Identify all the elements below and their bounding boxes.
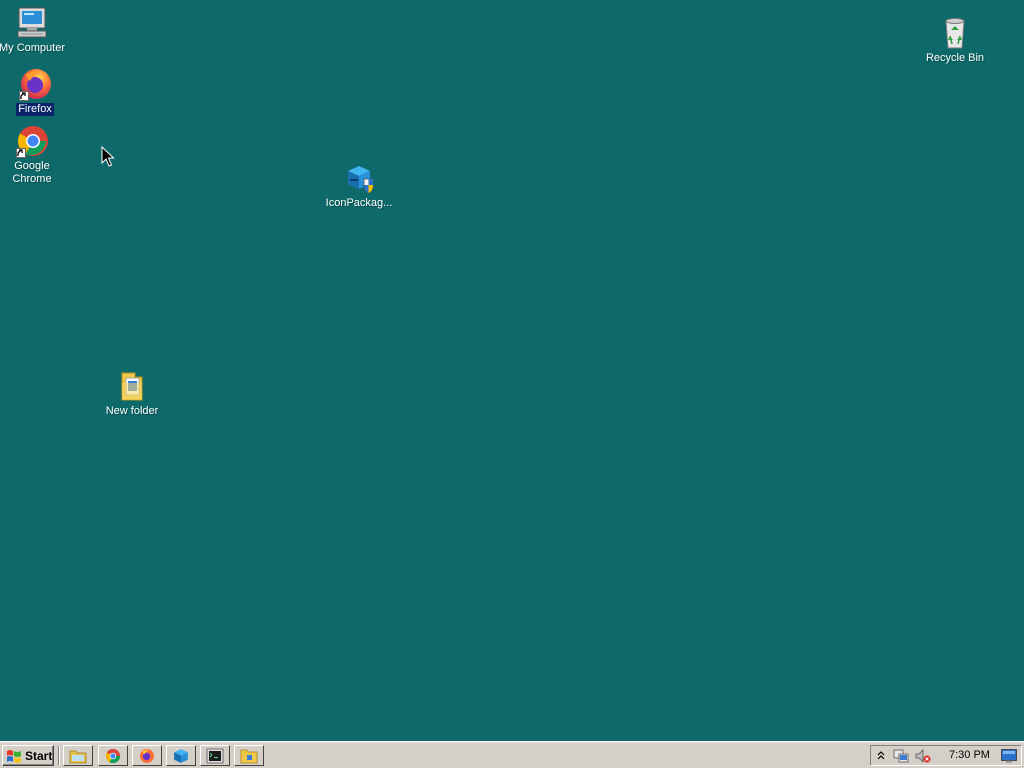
iconpackager-icon bbox=[174, 748, 188, 763]
mouse-pointer-icon bbox=[101, 146, 115, 167]
firefox-icon bbox=[139, 748, 155, 763]
start-button[interactable]: Start bbox=[2, 745, 54, 766]
network-tray-button[interactable] bbox=[893, 748, 909, 764]
desktop-icon-label: New folder bbox=[105, 405, 159, 417]
taskbar-divider bbox=[58, 746, 60, 765]
iconpackager-icon bbox=[342, 161, 376, 195]
shortcut-arrow-icon bbox=[16, 148, 26, 158]
quicklaunch-explorer[interactable] bbox=[63, 745, 93, 766]
quicklaunch-iconpackager[interactable] bbox=[166, 745, 196, 766]
system-tray: 7:30 PM bbox=[870, 745, 1022, 766]
chevron-up-icon bbox=[877, 751, 885, 760]
computer-icon bbox=[15, 6, 49, 40]
volume-tray-button[interactable] bbox=[915, 748, 931, 764]
terminal-icon bbox=[206, 748, 224, 763]
clock[interactable]: 7:30 PM bbox=[949, 749, 990, 761]
show-desktop-button[interactable] bbox=[1001, 748, 1017, 764]
desktop-icon bbox=[1001, 749, 1017, 763]
shortcut-arrow-icon bbox=[19, 91, 29, 101]
desktop-icon-my-computer[interactable]: My Computer bbox=[0, 6, 70, 55]
desktop-icon-label: Google Chrome bbox=[12, 160, 52, 185]
show-hidden-icons-button[interactable] bbox=[873, 748, 889, 764]
firefox-icon bbox=[18, 67, 52, 101]
chrome-icon bbox=[15, 124, 49, 158]
desktop-icon-firefox[interactable]: Firefox bbox=[0, 67, 73, 116]
desktop-icon-recycle-bin[interactable]: Recycle Bin bbox=[917, 16, 993, 65]
desktop-icon-google-chrome[interactable]: Google Chrome bbox=[0, 124, 70, 186]
network-icon bbox=[893, 749, 909, 763]
folder-icon bbox=[240, 749, 258, 763]
desktop-icon-label: Firefox bbox=[16, 103, 54, 116]
desktop-icon-label: Recycle Bin bbox=[925, 52, 985, 64]
folder-icon bbox=[115, 369, 149, 403]
desktop-icon-new-folder[interactable]: New folder bbox=[94, 369, 170, 418]
volume-muted-icon bbox=[915, 749, 931, 763]
desktop-icon-label: IconPackag... bbox=[325, 197, 393, 209]
windows-logo-icon bbox=[7, 749, 21, 763]
desktop-icon-label: My Computer bbox=[0, 42, 66, 54]
quicklaunch-terminal[interactable] bbox=[200, 745, 230, 766]
recycle-bin-icon bbox=[938, 16, 972, 50]
quicklaunch-chrome[interactable] bbox=[98, 745, 128, 766]
quicklaunch-firefox[interactable] bbox=[132, 745, 162, 766]
taskbar: Start 7:30 PM bbox=[0, 741, 1024, 768]
desktop[interactable]: My Computer Firefox Google Chrome IconPa… bbox=[0, 0, 1024, 741]
quicklaunch-folder[interactable] bbox=[234, 745, 264, 766]
desktop-icon-iconpackager[interactable]: IconPackag... bbox=[321, 161, 397, 210]
chrome-icon bbox=[105, 748, 121, 763]
explorer-icon bbox=[69, 750, 87, 763]
start-label: Start bbox=[25, 748, 53, 763]
